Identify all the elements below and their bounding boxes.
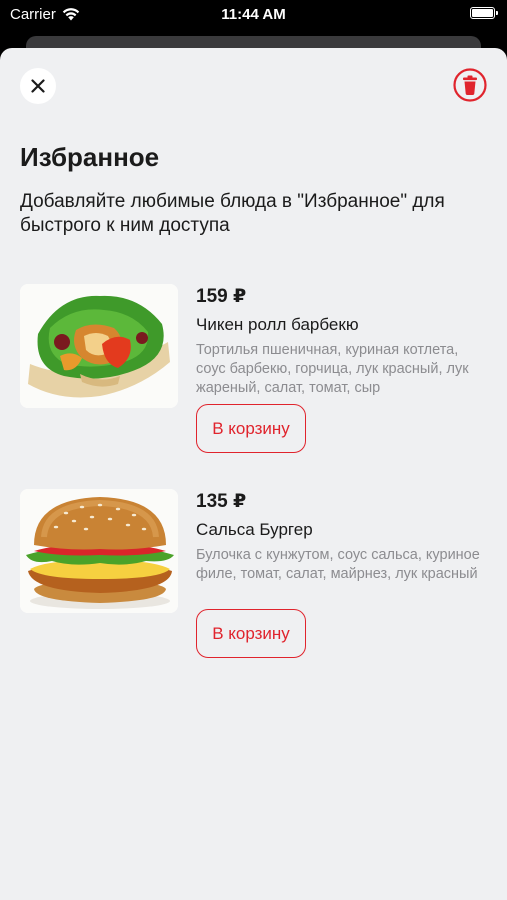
status-time: 11:44 AM [221,6,286,23]
add-to-cart-button[interactable]: В корзину [196,404,306,453]
chicken-roll-image[interactable] [20,284,178,408]
item-name: Чикен ролл барбекю [196,315,359,334]
status-bar: Carrier 11:44 AM [0,0,507,28]
item-price: 159 ₽ [196,286,247,307]
page-subtitle: Добавляйте любимые блюда в "Избранное" д… [20,191,445,236]
item-name: Сальса Бургер [196,520,313,539]
clear-favorites-button[interactable] [453,68,487,102]
battery-icon [470,7,498,19]
page-title: Избранное [20,142,160,172]
item-description: Тортилья пшеничная, куриная котлета, соу… [196,342,469,396]
trash-icon [453,68,487,102]
favorite-item: 159 ₽ Чикен ролл барбекю Тортилья пшенич… [20,284,487,464]
add-to-cart-button[interactable]: В корзину [196,609,306,658]
favorite-item: 135 ₽ Сальса Бургер Булочка с кунжутом, … [20,489,487,669]
item-info: 159 ₽ Чикен ролл барбекю Тортилья пшенич… [196,284,487,398]
close-button[interactable] [20,68,56,104]
item-description: Булочка с кунжутом, соус сальса, куриное… [196,547,480,582]
item-price: 135 ₽ [196,491,247,512]
favorites-sheet: Избранное Добавляйте любимые блюда в "Из… [0,48,507,900]
burger-image[interactable] [20,489,178,613]
item-info: 135 ₽ Сальса Бургер Булочка с кунжутом, … [196,489,487,584]
close-icon [31,79,45,93]
